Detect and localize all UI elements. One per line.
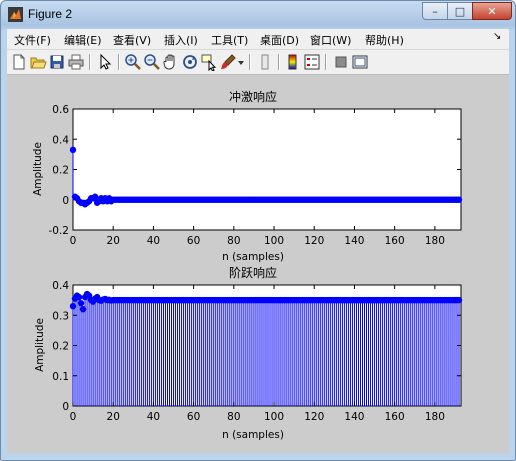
x-tick-label: 20 — [107, 411, 120, 423]
menu-view[interactable]: 查看(V) — [113, 32, 151, 48]
figure-window: Figure 2 – □ ✕ 文件(F) 编辑(E) 查看(V) 插入(I) 工… — [0, 0, 516, 461]
stem-marker — [455, 196, 463, 203]
axes-background — [72, 108, 462, 231]
x-tick-label: 20 — [107, 235, 120, 247]
close-button[interactable]: ✕ — [472, 2, 512, 20]
window-title: Figure 2 — [28, 7, 73, 21]
axes-title: 冲激响应 — [229, 89, 277, 104]
zoom-in-icon[interactable] — [124, 53, 142, 71]
y-axis-label: Amplitude — [34, 318, 46, 372]
maximize-button[interactable]: □ — [447, 2, 473, 20]
x-tick-label: 80 — [227, 235, 240, 247]
y-tick-label: 0.2 — [52, 165, 69, 177]
toolbar-separator — [118, 54, 120, 70]
menu-bar: 文件(F) 编辑(E) 查看(V) 插入(I) 工具(T) 桌面(D) 窗口(W… — [7, 29, 509, 50]
x-tick-label: 40 — [147, 235, 160, 247]
figure-canvas[interactable]: 冲激响应 0 20 40 60 80 100 120 140 160 180 -0.2 0 0.2 0.4… — [7, 75, 509, 453]
stem-marker — [69, 146, 77, 154]
matlab-logo-icon — [8, 7, 23, 22]
zoom-out-icon[interactable] — [143, 53, 161, 71]
open-file-icon[interactable] — [29, 53, 47, 71]
save-icon[interactable] — [48, 53, 66, 71]
x-tick-label: 100 — [264, 411, 284, 423]
x-tick-label: 140 — [344, 235, 364, 247]
stem-marker — [75, 293, 83, 301]
rotate-3d-icon[interactable] — [181, 53, 199, 71]
toolbar-separator — [278, 54, 280, 70]
y-tick-label: 0.1 — [52, 371, 69, 383]
toolbar-separator — [89, 54, 91, 70]
menubar-overflow-icon[interactable]: ↘ — [493, 31, 501, 42]
menu-insert[interactable]: 插入(I) — [164, 32, 198, 48]
insert-colorbar-icon[interactable] — [284, 53, 302, 71]
print-icon[interactable] — [67, 53, 85, 71]
y-tick-label: 0.4 — [52, 280, 69, 292]
impulse-response-axes[interactable]: 冲激响应 0 20 40 60 80 100 120 140 160 180-0.200.20.4… — [32, 89, 463, 263]
step-response-axes[interactable]: 阶跃响应 0 20 40 60 80 100 120 140 160 180 0 0.1 0.2 0.3 0… — [34, 265, 463, 441]
toolbar-separator — [249, 54, 251, 70]
show-plot-tools-icon[interactable] — [351, 53, 369, 71]
stem-marker — [77, 299, 85, 307]
x-tick-label: 180 — [425, 411, 445, 423]
maximize-icon: □ — [454, 4, 466, 18]
y-tick-label: 0.2 — [52, 341, 69, 353]
brush-dropdown-icon[interactable] — [236, 53, 246, 71]
x-tick-label: 0 — [70, 235, 77, 247]
minimize-button[interactable]: – — [422, 2, 448, 20]
data-cursor-icon[interactable] — [200, 53, 218, 71]
menu-file[interactable]: 文件(F) — [14, 32, 51, 48]
stem-marker — [455, 296, 463, 304]
x-tick-label: 100 — [264, 235, 284, 247]
x-tick-label: 0 — [70, 411, 77, 423]
x-tick-label: 120 — [304, 235, 324, 247]
menu-help[interactable]: 帮助(H) — [365, 32, 404, 48]
pan-hand-icon[interactable] — [162, 53, 180, 71]
y-tick-label: 0.4 — [52, 134, 69, 146]
x-tick-label: 60 — [187, 235, 200, 247]
x-tick-label: 120 — [304, 411, 324, 423]
figure-plots: 冲激响应 0 20 40 60 80 100 120 140 160 180-0.200.20.4… — [32, 89, 463, 441]
close-icon: ✕ — [487, 4, 497, 18]
new-figure-icon[interactable] — [10, 53, 28, 71]
toolbar-separator — [325, 54, 327, 70]
x-axis-label: n (samples) — [222, 251, 284, 263]
menu-window[interactable]: 窗口(W) — [310, 32, 351, 48]
insert-legend-icon[interactable] — [303, 53, 321, 71]
x-tick-label: 140 — [344, 411, 364, 423]
menu-edit[interactable]: 编辑(E) — [64, 32, 102, 48]
minimize-icon: – — [432, 4, 438, 18]
menu-tools[interactable]: 工具(T) — [211, 32, 248, 48]
x-tick-label: 160 — [385, 411, 405, 423]
figure-client-area: 文件(F) 编辑(E) 查看(V) 插入(I) 工具(T) 桌面(D) 窗口(W… — [7, 29, 509, 453]
x-axis-label: n (samples) — [222, 429, 284, 441]
hide-plot-tools-icon[interactable] — [332, 53, 350, 71]
y-tick-label: 0.6 — [52, 104, 69, 116]
axes-title: 阶跃响应 — [229, 265, 277, 280]
x-tick-label: 40 — [147, 411, 160, 423]
x-tick-label: 60 — [187, 411, 200, 423]
y-tick-label: 0 — [62, 401, 69, 413]
y-axis-label: Amplitude — [32, 142, 44, 196]
y-tick-label: 0.3 — [52, 310, 69, 322]
menu-desktop[interactable]: 桌面(D) — [260, 32, 299, 48]
title-bar[interactable]: Figure 2 – □ ✕ — [1, 1, 515, 29]
x-tick-label: 80 — [227, 411, 240, 423]
y-tick-label: -0.2 — [49, 225, 70, 237]
link-plot-icon[interactable] — [256, 53, 274, 71]
figure-toolbar — [7, 50, 509, 75]
y-tick-label: 0 — [62, 195, 69, 207]
x-tick-label: 160 — [385, 235, 405, 247]
edit-plot-arrow-icon[interactable] — [96, 53, 114, 71]
x-tick-label: 180 — [425, 235, 445, 247]
brush-icon[interactable] — [219, 53, 237, 71]
